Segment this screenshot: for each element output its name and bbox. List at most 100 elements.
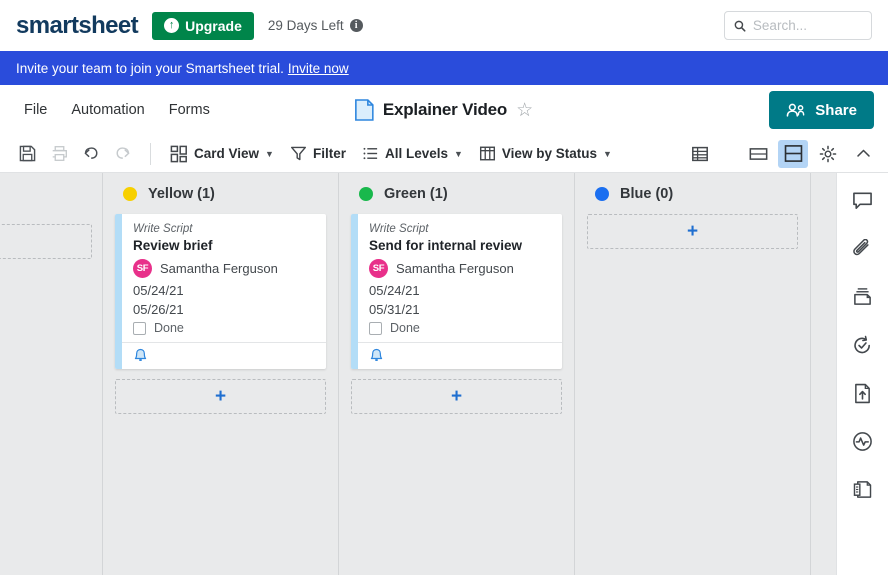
column-green: Green (1) Write Script Send for internal…: [339, 173, 575, 575]
group-by-selector[interactable]: View by Status ▼: [472, 141, 619, 166]
status-dot-yellow: [123, 186, 137, 201]
card-view-icon: [170, 145, 187, 162]
chevron-up-icon: [856, 149, 870, 157]
assignee-name: Samantha Ferguson: [160, 261, 278, 276]
column-header-green: Green (1): [349, 173, 564, 214]
column-title-green: Green (1): [384, 185, 448, 202]
update-requests-button[interactable]: [844, 327, 882, 363]
star-outline-icon[interactable]: ☆: [516, 99, 533, 122]
add-card-button-green[interactable]: +: [351, 379, 562, 414]
upgrade-button[interactable]: ↑ Upgrade: [152, 11, 254, 40]
card-done-checkbox-row[interactable]: Done: [133, 321, 315, 335]
checkbox-label: Done: [154, 321, 184, 335]
redo-button[interactable]: [108, 140, 138, 168]
card-footer: [115, 342, 326, 369]
chevron-down-icon: ▼: [265, 148, 274, 159]
redo-icon: [116, 146, 130, 159]
card-body: Write Script Send for internal review SF…: [351, 214, 562, 342]
levels-selector[interactable]: All Levels ▼: [355, 141, 470, 166]
card-done-checkbox-row[interactable]: Done: [369, 321, 551, 335]
undo-button[interactable]: [76, 140, 106, 168]
sheet-document-icon: [355, 99, 374, 121]
menu-item-forms[interactable]: Forms: [157, 96, 222, 124]
group-by-label: View by Status: [501, 146, 597, 161]
board-area: Yellow (1) Write Script Review brief SF …: [0, 173, 888, 575]
activity-log-button[interactable]: [844, 423, 882, 459]
comment-bubble-icon: [853, 192, 872, 209]
conversations-button[interactable]: [844, 183, 882, 219]
avatar: SF: [369, 259, 388, 278]
card-end-date: 05/31/21: [369, 302, 420, 317]
layout-split-pane-icon: [784, 145, 802, 162]
trial-invite-banner: Invite your team to join your Smartsheet…: [0, 51, 888, 85]
search-input[interactable]: [752, 18, 862, 33]
days-left-label: 29 Days Left: [267, 18, 344, 33]
smartsheet-logo[interactable]: smartsheet: [16, 12, 139, 40]
share-button[interactable]: Share: [769, 91, 874, 129]
people-icon: [786, 103, 805, 117]
column-blue: Blue (0) +: [575, 173, 811, 575]
card-send-for-internal-review[interactable]: Write Script Send for internal review SF…: [351, 214, 562, 369]
layout-split-pane-button[interactable]: [778, 139, 808, 168]
search-box[interactable]: [724, 11, 872, 40]
grid-view-button[interactable]: [685, 140, 715, 168]
invite-now-link[interactable]: Invite now: [288, 61, 349, 76]
summary-button[interactable]: [844, 471, 882, 507]
checkbox-label: Done: [390, 321, 420, 335]
card-parent-label: Write Script: [369, 223, 429, 235]
checkbox-done[interactable]: [369, 321, 382, 335]
undo-icon: [84, 146, 98, 159]
filter-icon: [290, 146, 306, 161]
toolbar-divider-1: [150, 142, 151, 165]
card-title: Send for internal review: [369, 238, 523, 253]
filter-button[interactable]: Filter: [283, 141, 353, 166]
paperclip-icon: [853, 238, 869, 255]
add-card-button-yellow[interactable]: +: [115, 379, 326, 414]
print-icon: [52, 146, 67, 161]
search-icon: [734, 20, 746, 32]
top-bar: smartsheet ↑ Upgrade 29 Days Left i: [0, 0, 888, 51]
collapse-toolbar-button[interactable]: [848, 140, 878, 168]
layout-single-pane-button[interactable]: [743, 140, 773, 168]
toolbar-right-group: [685, 139, 878, 168]
columns-icon: [479, 146, 495, 161]
save-button[interactable]: [12, 140, 42, 168]
levels-list-icon: [363, 147, 378, 160]
status-dot-green: [359, 186, 373, 201]
add-card-placeholder[interactable]: [0, 224, 92, 259]
bell-reminder-icon[interactable]: [133, 348, 148, 364]
upgrade-label: Upgrade: [185, 17, 242, 34]
arrow-up-circle-icon: ↑: [164, 18, 180, 33]
assignee-name: Samantha Ferguson: [396, 261, 514, 276]
chevron-down-icon: ▼: [454, 148, 463, 159]
card-view-label: Card View: [194, 146, 260, 161]
card-view-selector[interactable]: Card View ▼: [163, 141, 281, 167]
column-yellow: Yellow (1) Write Script Review brief SF …: [103, 173, 339, 575]
bell-reminder-icon[interactable]: [369, 348, 384, 364]
info-icon[interactable]: i: [349, 19, 363, 32]
refresh-check-icon: [854, 335, 870, 353]
print-button[interactable]: [44, 140, 74, 168]
card-title: Review brief: [133, 238, 213, 253]
card-body: Write Script Review brief SF Samantha Fe…: [115, 214, 326, 342]
menu-item-file[interactable]: File: [12, 96, 59, 124]
document-lines-icon: [853, 480, 872, 498]
publish-button[interactable]: [844, 375, 882, 411]
checkbox-done[interactable]: [133, 321, 146, 335]
right-rail: [836, 173, 888, 575]
proofs-button[interactable]: [844, 279, 882, 315]
status-dot-blue: [595, 186, 609, 201]
save-icon: [19, 145, 35, 162]
card-review-brief[interactable]: Write Script Review brief SF Samantha Fe…: [115, 214, 326, 369]
card-start-date: 05/24/21: [369, 283, 420, 298]
trial-days-left: 29 Days Left i: [268, 18, 363, 33]
levels-label: All Levels: [384, 146, 448, 161]
add-card-button-blue[interactable]: +: [587, 214, 798, 249]
chevron-down-icon: ▼: [602, 148, 612, 159]
settings-button[interactable]: [813, 140, 843, 168]
attachments-button[interactable]: [844, 231, 882, 267]
avatar: SF: [133, 259, 152, 278]
filter-label: Filter: [312, 146, 346, 161]
proof-stack-icon: [854, 288, 871, 305]
menu-item-automation[interactable]: Automation: [59, 96, 156, 124]
